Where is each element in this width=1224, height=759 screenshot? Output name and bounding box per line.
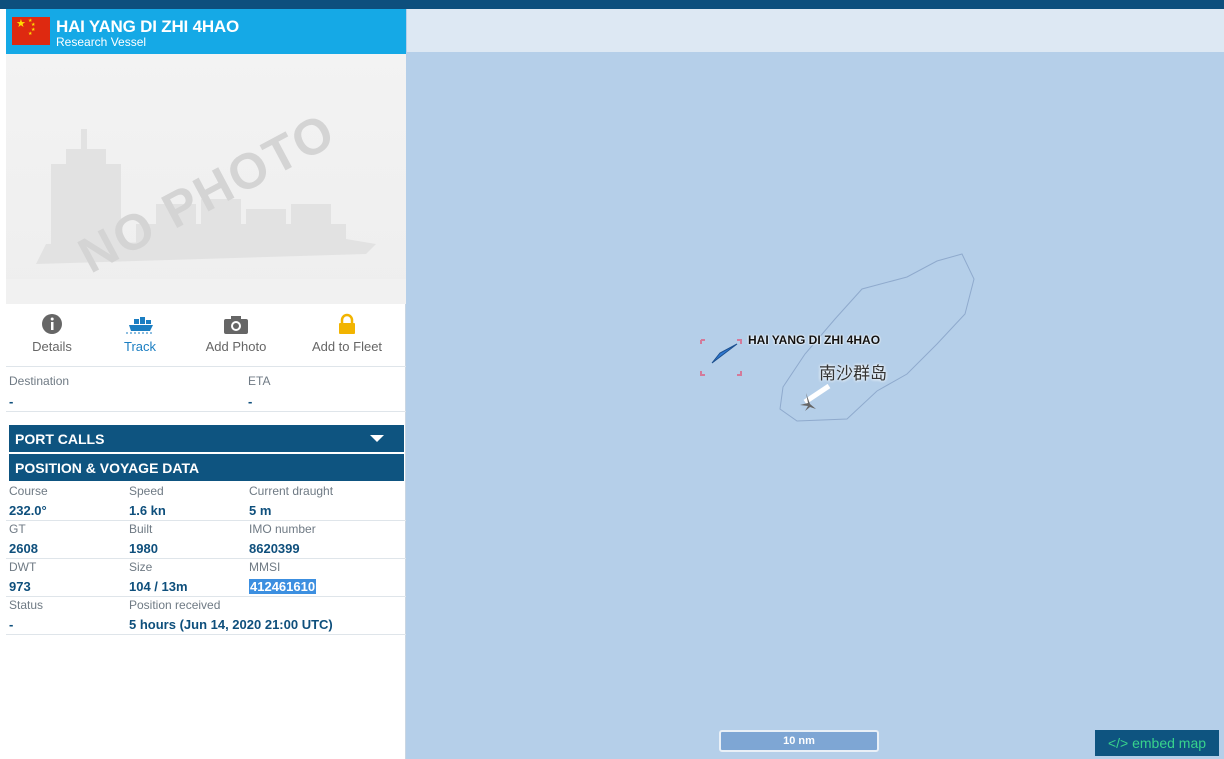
gt-value: 2608: [9, 541, 38, 556]
map-canvas[interactable]: [407, 9, 1224, 759]
ship-track-icon: [126, 317, 154, 334]
gt-label: GT: [9, 522, 26, 536]
add-to-fleet-label: Add to Fleet: [311, 339, 383, 354]
imo-label: IMO number: [249, 522, 316, 536]
position-voyage-title: POSITION & VOYAGE DATA: [15, 460, 200, 476]
destination-label: Destination: [9, 374, 70, 388]
vessel-panel: ★ ★ ★ ★ ★ HAI YANG DI ZHI 4HAO Research …: [0, 9, 406, 759]
airport-icon: [800, 383, 831, 411]
info-icon: [42, 314, 62, 334]
destination-row: Destination - ETA -: [6, 372, 406, 412]
details-label: Details: [32, 339, 72, 354]
scale-bar: 10 nm: [719, 730, 879, 752]
add-photo-label: Add Photo: [205, 339, 267, 354]
size-value: 104 / 13m: [129, 579, 188, 594]
course-label: Course: [9, 484, 48, 498]
mmsi-value[interactable]: 412461610: [249, 579, 317, 594]
track-button[interactable]: Track: [112, 313, 168, 354]
eta-label: ETA: [248, 374, 271, 388]
vessel-header: ★ ★ ★ ★ ★ HAI YANG DI ZHI 4HAO Research …: [6, 9, 406, 54]
status-value: -: [9, 617, 14, 632]
ship-map-label[interactable]: HAI YANG DI ZHI 4HAO: [748, 333, 880, 347]
vessel-type: Research Vessel: [56, 35, 147, 49]
destination-value: -: [9, 394, 14, 409]
details-button[interactable]: Details: [22, 313, 82, 354]
china-flag-icon: ★ ★ ★ ★ ★: [12, 17, 50, 45]
vessel-name: HAI YANG DI ZHI 4HAO: [56, 17, 240, 36]
status-label: Status: [9, 598, 44, 612]
dwt-label: DWT: [9, 560, 37, 574]
imo-value: 8620399: [249, 541, 300, 556]
vessel-marker[interactable]: [700, 339, 742, 376]
position-received-label: Position received: [129, 598, 221, 612]
embed-map-button[interactable]: </> embed map: [1095, 730, 1219, 756]
built-value: 1980: [129, 541, 158, 556]
map-view[interactable]: HAI YANG DI ZHI 4HAO 南沙群岛 10 nm </> embe…: [407, 9, 1224, 759]
top-bar: [0, 0, 1224, 9]
position-voyage-section: POSITION & VOYAGE DATA: [9, 454, 404, 481]
island-map-label: 南沙群岛: [819, 364, 887, 383]
lock-icon: [339, 313, 355, 334]
add-photo-button[interactable]: Add Photo: [198, 313, 274, 354]
track-label: Track: [123, 339, 157, 354]
add-to-fleet-button[interactable]: Add to Fleet: [306, 313, 388, 354]
chevron-down-icon: [370, 435, 384, 442]
eta-value: -: [248, 394, 253, 409]
built-label: Built: [129, 522, 153, 536]
data-row: Status - Position received 5 hours (Jun …: [6, 597, 406, 635]
draught-label: Current draught: [249, 484, 334, 498]
position-received-value: 5 hours (Jun 14, 2020 21:00 UTC): [129, 617, 333, 632]
port-calls-section[interactable]: PORT CALLS: [9, 425, 404, 452]
draught-value: 5 m: [249, 503, 272, 518]
camera-icon: [224, 316, 248, 334]
action-bar: Details Track Add Photo Add to Fleet: [6, 305, 406, 367]
size-label: Size: [129, 560, 153, 574]
dwt-value: 973: [9, 579, 31, 594]
course-value: 232.0°: [9, 503, 47, 518]
vessel-photo[interactable]: NO PHOTO: [6, 54, 406, 304]
speed-label: Speed: [129, 484, 164, 498]
data-row: Course 232.0° Speed 1.6 kn Current draug…: [6, 483, 406, 521]
data-row: DWT 973 Size 104 / 13m MMSI 412461610: [6, 559, 406, 597]
mmsi-label: MMSI: [249, 560, 281, 574]
port-calls-title: PORT CALLS: [15, 431, 105, 447]
data-row: GT 2608 Built 1980 IMO number 8620399: [6, 521, 406, 559]
speed-value: 1.6 kn: [129, 503, 166, 518]
